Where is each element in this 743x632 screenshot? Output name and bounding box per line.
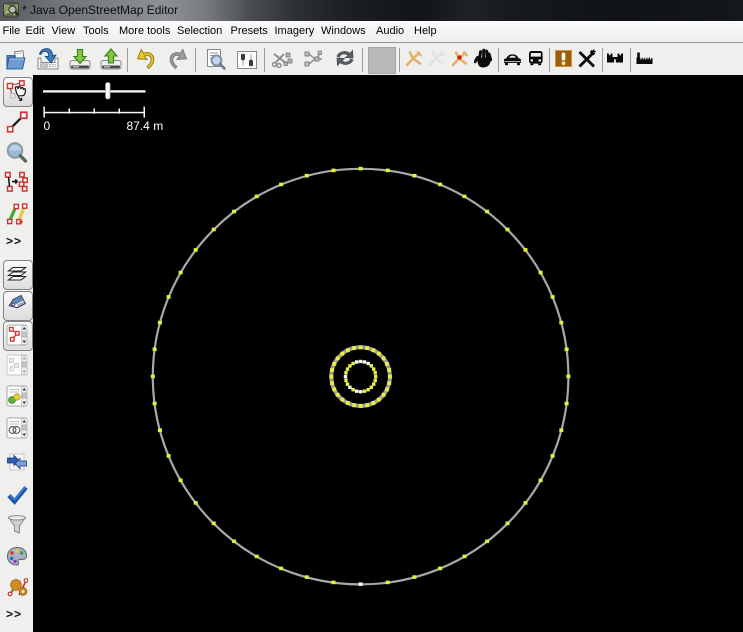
svg-text:0: 0 [44,119,51,133]
svg-text:87.4 m: 87.4 m [127,119,164,133]
